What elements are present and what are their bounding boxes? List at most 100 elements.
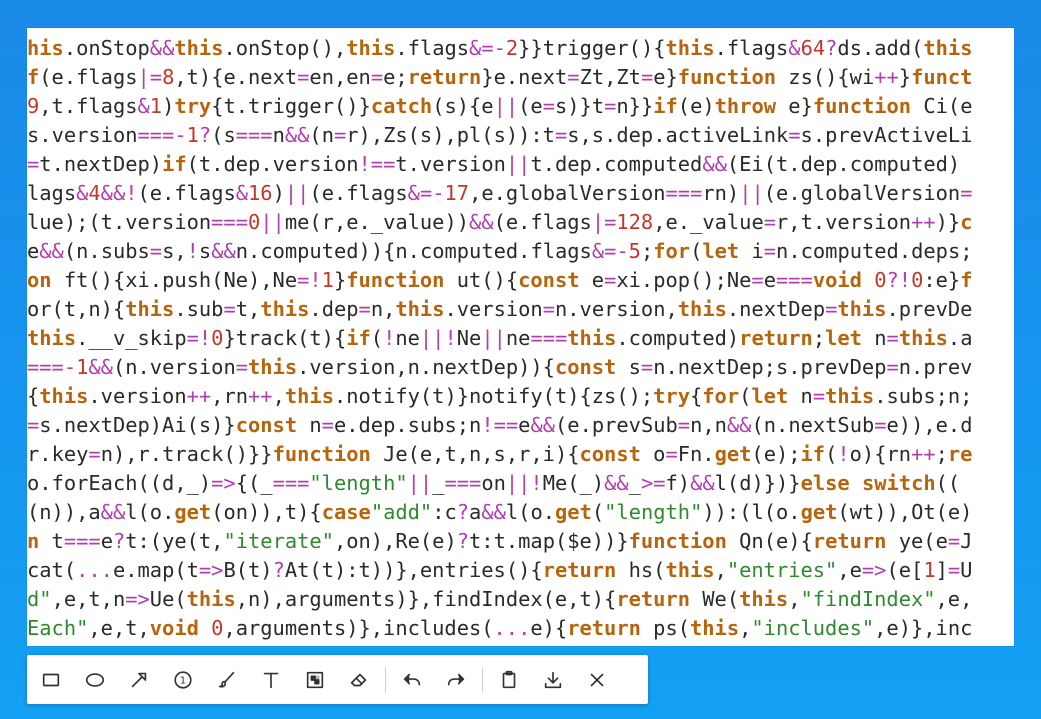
code-token: o){rn	[849, 442, 912, 466]
code-token: try	[653, 384, 690, 408]
code-token: =	[223, 297, 236, 321]
code-token: n	[27, 529, 40, 553]
code-token: ?	[825, 36, 838, 60]
code-token: 0	[911, 268, 924, 292]
code-token: .	[518, 210, 531, 234]
code-token: !	[837, 442, 850, 466]
code-token: (wt)),Ot(e)	[837, 500, 973, 524]
code-token: .	[76, 326, 89, 350]
code-token: map(t	[137, 558, 199, 582]
code-token: flags	[76, 94, 138, 118]
code-token: rn)	[702, 181, 740, 205]
code-token: version	[419, 152, 506, 176]
code-token: =>	[861, 558, 887, 582]
code-token: version,	[579, 297, 678, 321]
code-token: =	[886, 355, 899, 379]
code-token: =!	[297, 268, 322, 292]
number-marker-tool[interactable]: 1	[163, 660, 203, 700]
code-token: activeLink	[665, 123, 789, 147]
code-token: .	[677, 210, 691, 234]
code-token: this	[923, 36, 973, 60]
code-token: for	[653, 239, 691, 263]
code-token: computed	[419, 239, 519, 263]
code-token: &	[137, 94, 150, 118]
code-token: .	[726, 297, 740, 321]
code-token: version,n	[309, 355, 420, 379]
code-token: =	[874, 413, 887, 437]
code-token: e;	[383, 65, 408, 89]
code-token: r,t	[776, 210, 813, 234]
code-token: ,e	[837, 558, 862, 582]
code-token: computed	[800, 239, 899, 263]
code-token: ++	[186, 384, 212, 408]
code-token: l(o	[125, 500, 163, 524]
code-line: 9,t.flags&1)try{t.trigger()}catch(s){e||…	[27, 92, 972, 121]
code-token: =>	[125, 587, 150, 611]
code-line: e&&(n.subs=s,!s&&n.computed)){n.computed…	[27, 237, 973, 266]
code-line: (n)),a&&l(o.get(on)),t){case"add":c?a&&l…	[27, 498, 972, 527]
code-token: e}	[653, 65, 678, 89]
code-token: (),	[309, 36, 347, 60]
code-token: t,	[235, 297, 261, 321]
code-line: r.key=n),r.track()}}function Je(e,t,n,s,…	[27, 440, 972, 469]
code-token: =	[358, 297, 371, 321]
code-token: >=	[640, 471, 666, 495]
rectangle-tool[interactable]	[31, 660, 71, 700]
code-token: =>	[211, 471, 236, 495]
code-token: l(o	[505, 500, 543, 524]
code-token: (	[739, 384, 752, 408]
code-token: xi	[616, 268, 641, 292]
code-token: ;	[935, 442, 948, 466]
code-token: s	[616, 355, 641, 379]
code-token: s	[39, 413, 52, 437]
code-token: flags	[174, 181, 236, 205]
code-token: r	[27, 442, 40, 466]
eraser-tool[interactable]	[339, 660, 379, 700]
code-token: )	[272, 181, 285, 205]
save-button[interactable]	[533, 660, 573, 700]
mosaic-tool[interactable]	[295, 660, 335, 700]
code-token: (e	[518, 94, 543, 118]
code-token: .	[63, 94, 77, 118]
code-token: 0	[248, 210, 261, 234]
code-token: ,arguments)},includes(	[223, 616, 494, 640]
code-token: catch	[370, 94, 433, 118]
code-token: f	[960, 268, 973, 292]
brush-tool[interactable]	[207, 660, 247, 700]
code-token: ,e)},inc	[874, 616, 973, 640]
code-token: try	[174, 94, 212, 118]
code-token: dep	[555, 152, 592, 176]
code-token: next	[248, 65, 298, 89]
text-tool[interactable]	[251, 660, 291, 700]
code-token: ]	[935, 558, 948, 582]
code-token: .	[149, 442, 163, 466]
code-token: .	[333, 384, 347, 408]
code-token: .	[788, 152, 801, 176]
code-token: _value	[690, 210, 764, 234]
code-token: function	[677, 65, 777, 89]
screenshot-capture-area[interactable]: his.onStop&&this.onStop(),this.flags&=-2…	[27, 28, 1014, 646]
code-token: version	[149, 355, 236, 379]
code-token: .	[223, 36, 236, 60]
code-token: .	[591, 152, 605, 176]
copy-to-clipboard-button[interactable]	[489, 660, 529, 700]
ellipse-tool[interactable]	[75, 660, 115, 700]
code-token: ++	[911, 442, 936, 466]
arrow-tool[interactable]	[119, 660, 159, 700]
code-token: flags	[530, 239, 592, 263]
code-token: 4	[88, 181, 101, 205]
rectangle-icon	[42, 673, 60, 686]
redo-button[interactable]	[436, 660, 476, 700]
code-token: trigger()}	[248, 94, 371, 118]
arrow-icon	[131, 672, 147, 687]
code-token: const	[554, 355, 617, 379]
code-token: e)),e	[886, 413, 948, 437]
code-token: void	[812, 268, 862, 292]
code-token: .	[776, 413, 789, 437]
code-token: =	[604, 94, 617, 118]
code-line: lags&4&&!(e.flags&16)||(e.flags&=-17,e.g…	[27, 179, 972, 208]
close-button[interactable]	[577, 660, 617, 700]
code-token: ===-	[27, 355, 77, 379]
code-token: &&	[100, 500, 126, 524]
undo-button[interactable]	[392, 660, 432, 700]
